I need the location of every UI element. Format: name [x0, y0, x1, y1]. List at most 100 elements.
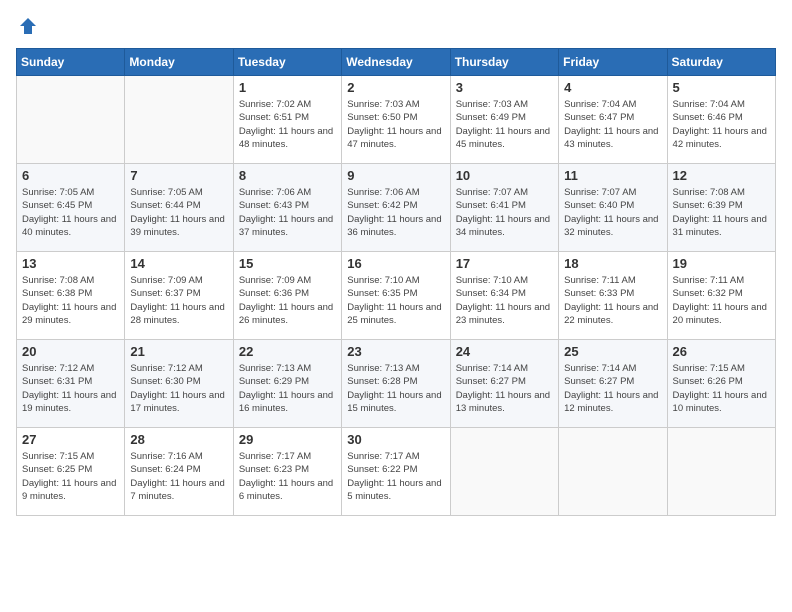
day-info: Sunrise: 7:14 AM Sunset: 6:27 PM Dayligh… — [456, 362, 553, 415]
calendar-cell: 20Sunrise: 7:12 AM Sunset: 6:31 PM Dayli… — [17, 340, 125, 428]
header-friday: Friday — [559, 49, 667, 76]
day-info: Sunrise: 7:07 AM Sunset: 6:40 PM Dayligh… — [564, 186, 661, 239]
header-sunday: Sunday — [17, 49, 125, 76]
calendar-cell: 29 Sunrise: 7:17 AM Sunset: 6:23 PM Dayli… — [233, 428, 341, 516]
day-info: Sunrise: 7:15 AM Sunset: 6:25 PM Dayligh… — [22, 450, 119, 503]
day-number: 10 — [456, 168, 553, 183]
day-info: Sunrise: 7:08 AM Sunset: 6:38 PM Dayligh… — [22, 274, 119, 327]
day-number: 19 — [673, 256, 770, 271]
calendar-cell: 16 Sunrise: 7:10 AM Sunset: 6:35 PM Dayli… — [342, 252, 450, 340]
calendar-cell: 23 Sunrise: 7:13 AM Sunset: 6:28 PM Dayli… — [342, 340, 450, 428]
day-info: Sunrise: 7:09 AM Sunset: 6:37 PM Dayligh… — [130, 274, 227, 327]
day-number: 30 — [347, 432, 444, 447]
day-info: Sunrise: 7:11 AM Sunset: 6:33 PM Dayligh… — [564, 274, 661, 327]
calendar-cell: 30 Sunrise: 7:17 AM Sunset: 6:22 PM Dayli… — [342, 428, 450, 516]
day-info: Sunrise: 7:10 AM Sunset: 6:35 PM Dayligh… — [347, 274, 444, 327]
calendar-cell: 1Sunrise: 7:02 AM Sunset: 6:51 PM Daylig… — [233, 76, 341, 164]
day-info: Sunrise: 7:03 AM Sunset: 6:50 PM Dayligh… — [347, 98, 444, 151]
day-number: 4 — [564, 80, 661, 95]
day-number: 21 — [130, 344, 227, 359]
day-info: Sunrise: 7:05 AM Sunset: 6:44 PM Dayligh… — [130, 186, 227, 239]
day-info: Sunrise: 7:07 AM Sunset: 6:41 PM Dayligh… — [456, 186, 553, 239]
day-number: 18 — [564, 256, 661, 271]
day-info: Sunrise: 7:14 AM Sunset: 6:27 PM Dayligh… — [564, 362, 661, 415]
day-number: 29 — [239, 432, 336, 447]
day-number: 20 — [22, 344, 119, 359]
day-number: 3 — [456, 80, 553, 95]
day-info: Sunrise: 7:06 AM Sunset: 6:43 PM Dayligh… — [239, 186, 336, 239]
calendar-week-2: 13 Sunrise: 7:08 AM Sunset: 6:38 PM Dayli… — [17, 252, 776, 340]
calendar-cell: 11Sunrise: 7:07 AM Sunset: 6:40 PM Dayli… — [559, 164, 667, 252]
calendar-cell: 13 Sunrise: 7:08 AM Sunset: 6:38 PM Dayli… — [17, 252, 125, 340]
logo — [16, 16, 38, 36]
day-info: Sunrise: 7:17 AM Sunset: 6:22 PM Dayligh… — [347, 450, 444, 503]
day-info: Sunrise: 7:11 AM Sunset: 6:32 PM Dayligh… — [673, 274, 770, 327]
day-info: Sunrise: 7:09 AM Sunset: 6:36 PM Dayligh… — [239, 274, 336, 327]
day-info: Sunrise: 7:04 AM Sunset: 6:46 PM Dayligh… — [673, 98, 770, 151]
day-info: Sunrise: 7:16 AM Sunset: 6:24 PM Dayligh… — [130, 450, 227, 503]
calendar-week-4: 27 Sunrise: 7:15 AM Sunset: 6:25 PM Dayli… — [17, 428, 776, 516]
calendar-cell — [17, 76, 125, 164]
day-info: Sunrise: 7:02 AM Sunset: 6:51 PM Dayligh… — [239, 98, 336, 151]
calendar-cell: 7 Sunrise: 7:05 AM Sunset: 6:44 PM Daylig… — [125, 164, 233, 252]
day-number: 27 — [22, 432, 119, 447]
day-info: Sunrise: 7:10 AM Sunset: 6:34 PM Dayligh… — [456, 274, 553, 327]
calendar-cell: 27 Sunrise: 7:15 AM Sunset: 6:25 PM Dayli… — [17, 428, 125, 516]
header-saturday: Saturday — [667, 49, 775, 76]
calendar-cell: 22 Sunrise: 7:13 AM Sunset: 6:29 PM Dayli… — [233, 340, 341, 428]
calendar-cell: 6 Sunrise: 7:05 AM Sunset: 6:45 PM Daylig… — [17, 164, 125, 252]
day-number: 17 — [456, 256, 553, 271]
header-thursday: Thursday — [450, 49, 558, 76]
calendar-cell: 12Sunrise: 7:08 AM Sunset: 6:39 PM Dayli… — [667, 164, 775, 252]
day-info: Sunrise: 7:17 AM Sunset: 6:23 PM Dayligh… — [239, 450, 336, 503]
day-number: 26 — [673, 344, 770, 359]
day-number: 25 — [564, 344, 661, 359]
calendar-cell: 8 Sunrise: 7:06 AM Sunset: 6:43 PM Daylig… — [233, 164, 341, 252]
calendar-cell: 2Sunrise: 7:03 AM Sunset: 6:50 PM Daylig… — [342, 76, 450, 164]
day-number: 6 — [22, 168, 119, 183]
calendar-cell — [450, 428, 558, 516]
day-number: 9 — [347, 168, 444, 183]
calendar-table: SundayMondayTuesdayWednesdayThursdayFrid… — [16, 48, 776, 516]
calendar-cell: 15Sunrise: 7:09 AM Sunset: 6:36 PM Dayli… — [233, 252, 341, 340]
day-info: Sunrise: 7:05 AM Sunset: 6:45 PM Dayligh… — [22, 186, 119, 239]
header-tuesday: Tuesday — [233, 49, 341, 76]
page-header — [16, 16, 776, 36]
day-number: 12 — [673, 168, 770, 183]
day-info: Sunrise: 7:12 AM Sunset: 6:30 PM Dayligh… — [130, 362, 227, 415]
calendar-cell — [559, 428, 667, 516]
day-number: 7 — [130, 168, 227, 183]
day-number: 28 — [130, 432, 227, 447]
calendar-cell — [125, 76, 233, 164]
calendar-cell: 21 Sunrise: 7:12 AM Sunset: 6:30 PM Dayli… — [125, 340, 233, 428]
header-monday: Monday — [125, 49, 233, 76]
calendar-cell: 24 Sunrise: 7:14 AM Sunset: 6:27 PM Dayli… — [450, 340, 558, 428]
day-number: 13 — [22, 256, 119, 271]
day-info: Sunrise: 7:03 AM Sunset: 6:49 PM Dayligh… — [456, 98, 553, 151]
calendar-cell: 19 Sunrise: 7:11 AM Sunset: 6:32 PM Dayli… — [667, 252, 775, 340]
calendar-cell: 14 Sunrise: 7:09 AM Sunset: 6:37 PM Dayli… — [125, 252, 233, 340]
calendar-week-3: 20Sunrise: 7:12 AM Sunset: 6:31 PM Dayli… — [17, 340, 776, 428]
calendar-cell: 10 Sunrise: 7:07 AM Sunset: 6:41 PM Dayli… — [450, 164, 558, 252]
day-number: 14 — [130, 256, 227, 271]
header-wednesday: Wednesday — [342, 49, 450, 76]
day-number: 23 — [347, 344, 444, 359]
calendar-header-row: SundayMondayTuesdayWednesdayThursdayFrid… — [17, 49, 776, 76]
day-info: Sunrise: 7:15 AM Sunset: 6:26 PM Dayligh… — [673, 362, 770, 415]
calendar-cell: 26 Sunrise: 7:15 AM Sunset: 6:26 PM Dayli… — [667, 340, 775, 428]
calendar-cell: 5 Sunrise: 7:04 AM Sunset: 6:46 PM Daylig… — [667, 76, 775, 164]
calendar-cell — [667, 428, 775, 516]
day-number: 16 — [347, 256, 444, 271]
calendar-cell: 28 Sunrise: 7:16 AM Sunset: 6:24 PM Dayli… — [125, 428, 233, 516]
day-number: 22 — [239, 344, 336, 359]
day-info: Sunrise: 7:13 AM Sunset: 6:29 PM Dayligh… — [239, 362, 336, 415]
day-number: 5 — [673, 80, 770, 95]
calendar-cell: 9Sunrise: 7:06 AM Sunset: 6:42 PM Daylig… — [342, 164, 450, 252]
day-number: 24 — [456, 344, 553, 359]
calendar-week-1: 6 Sunrise: 7:05 AM Sunset: 6:45 PM Daylig… — [17, 164, 776, 252]
calendar-cell: 18 Sunrise: 7:11 AM Sunset: 6:33 PM Dayli… — [559, 252, 667, 340]
calendar-cell: 17 Sunrise: 7:10 AM Sunset: 6:34 PM Dayli… — [450, 252, 558, 340]
day-info: Sunrise: 7:13 AM Sunset: 6:28 PM Dayligh… — [347, 362, 444, 415]
day-number: 8 — [239, 168, 336, 183]
calendar-week-0: 1Sunrise: 7:02 AM Sunset: 6:51 PM Daylig… — [17, 76, 776, 164]
